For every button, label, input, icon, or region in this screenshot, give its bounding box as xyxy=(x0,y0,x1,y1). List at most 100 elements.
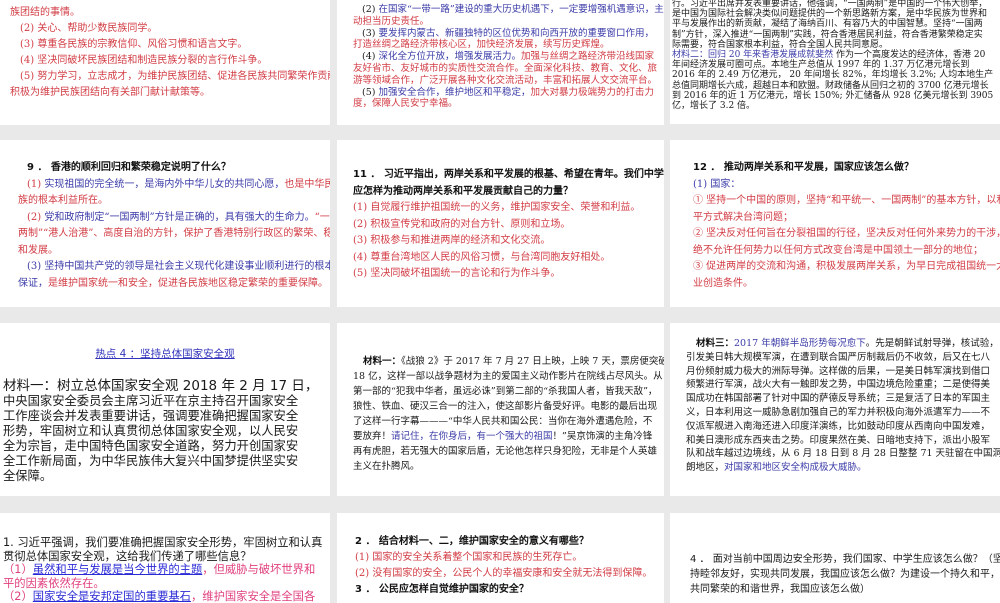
text-line: (2) 关心、帮助少数民族同学。 xyxy=(10,21,330,37)
text-line: 材料一：《战狼 2》于 2017 年 7 月 27 日上映，上映 7 天，票房便… xyxy=(353,354,664,369)
slide-thumbnail-8[interactable]: 材料一：《战狼 2》于 2017 年 7 月 27 日上映，上映 7 天，票房便… xyxy=(337,323,664,496)
text-line: ② 坚决反对任何旨在分裂祖国的行径，坚决反对任何外来势力的干涉， xyxy=(693,226,1000,243)
text-run: 《战狼 2》于 2017 年 7 月 27 日上映，上映 7 天，票房便突破 xyxy=(401,356,664,367)
text-line: (3) 尊重各民族的宗教信仰、风俗习惯和语言文字。 xyxy=(10,37,330,53)
text-line: 4 ． 面对当前中国周边安全形势，我们国家、中学生应该怎么做？（坚 xyxy=(690,552,1000,567)
text-line: 主义在扑腾风。 xyxy=(353,459,664,474)
text-line: 频繁进行军演，战火大有一触即发之势，中国边境危险重重；二是使得美 xyxy=(686,378,1000,392)
text-line: (3) 积极参与和推进两岸的经济和文化交流。 xyxy=(353,233,664,250)
text-run: 引发美日韩大规模军演，在遭到联合国严厉制裁后仍不收敛，后又在七八 xyxy=(686,351,991,363)
slide-thumbnail-1[interactable]: 族团结的事情。 (2) 关心、帮助少数民族同学。 (3) 尊重各民族的宗教信仰、风俗… xyxy=(0,0,330,125)
text-run: “一国 xyxy=(314,211,330,223)
text-line: 是中国为国际社会解决类似问题提供的一个新思路新方案，是中华民族为世界和 xyxy=(672,9,1000,19)
slide-thumbnail-4[interactable]: 9 ． 香港的顺利回归和繁荣稳定说明了什么？ (1) 实现祖国的完全统一，是海内外… xyxy=(0,140,330,307)
text-line: 和发展。 xyxy=(18,243,330,260)
text-run: 年间经济发展可圈可点。本地生产总值从 1997 年的 1.37 万亿港元增长到 xyxy=(672,60,970,71)
text-run: 加强与丝绸之路经济带沿线国家 xyxy=(521,51,655,63)
text-run: 国家安全是安邦定国的重要基石 xyxy=(32,590,191,603)
text-run: ① 坚持一个中国的原则，坚持“和平统一、一国两制”的基本方针，以和 xyxy=(693,195,1000,206)
text-line: 族团结的事情。 xyxy=(10,5,330,21)
text-line: 11 ． 习近平指出，两岸关系和平发展的根基、希望在青年。我们中学生 xyxy=(353,167,664,184)
text-run: 作为一个高度发达的经济体，香港 20 xyxy=(833,50,986,61)
text-run: 深化全方位开放，增强发展活力。 xyxy=(378,51,521,63)
text-run: (1) 国家： xyxy=(693,178,741,190)
text-run: 持睦邻友好，实现共同发展，我国应该怎么做？为建设一个持久和平， xyxy=(690,569,1000,580)
text-run: 积极为维护民族团结向有关部门献计献策等。 xyxy=(10,87,210,98)
text-line: (4) 深化全方位开放，增强发展活力。加强与丝绸之路经济带沿线国家 xyxy=(353,51,664,63)
text-run: (5) 坚决同破坏祖国统一的言论和行为作斗争。 xyxy=(353,268,561,279)
text-run: 了这样一行字幕———“中华人民共和国公民：当你在海外遭遇危险，不 xyxy=(353,416,653,427)
text-run: ，但威胁与破坏世界和 xyxy=(202,563,316,576)
text-run: (2) xyxy=(362,4,379,15)
text-run: 虽然和平与发展是当今世界的主题 xyxy=(32,563,203,576)
text-run: 是中国为国际社会解决类似问题提供的一个新思路新方案，是中华民族为世界和 xyxy=(672,9,988,20)
text-run: (1) 自觉履行维护祖国统一的义务，维护国家安全、荣誉和利益。 xyxy=(353,202,641,213)
text-line: 朗地区，对国家和地区安全构成极大威胁。 xyxy=(686,461,1000,475)
text-line: 狼性、铁血、硬汉三合一的注入，使这部影片备受好评。电影的最后出现 xyxy=(353,399,664,414)
text-run: （2） xyxy=(3,590,33,603)
slide-thumbnail-7[interactable]: 热点 4 ：坚持总体国家安全观 材料一：树立总体国家安全观 2018 年 2 月… xyxy=(0,323,330,496)
text-line: 全为宗旨，走中国特色国家安全道路，努力开创国家安 xyxy=(3,439,318,454)
text-run: 要发挥内蒙古、新疆独特的区位优势和向西开放的重要窗口作用， xyxy=(378,27,654,39)
text-run: 和美日澳形成东西夹击之势。印度果然在美、日暗地支持下，派出小股军 xyxy=(686,434,991,446)
text-run: 材料一：树立总体国家安全观 2018 年 2 月 17 日， xyxy=(3,378,319,394)
text-line: (5) 努力学习，立志成才，为维护民族团结、促进各民族共同繁荣作贡献， xyxy=(10,69,330,85)
text-run: (2) 关心、帮助少数民族同学。 xyxy=(20,23,158,34)
text-run: 请记住，在你身后，有一个强大的祖国 xyxy=(391,431,553,442)
text-run: 制”方针，深入推进“一国两制”实践，符合香港居民利益，符合香港繁荣稳定实 xyxy=(672,29,983,40)
text-line: 全保障。 xyxy=(3,469,318,484)
slide-thumbnail-12[interactable]: 4 ． 面对当前中国周边安全形势，我们国家、中学生应该怎么做？（坚持睦邻友好，实… xyxy=(670,513,1000,603)
text-line: 2016 年的 2.49 万亿港元， 20 年间增长 82%，年均增长 3.2%… xyxy=(672,70,1000,80)
text-run: 月份频射威力极大的洲际导弹。这样做的后果，一是美日韩军演找到借口 xyxy=(686,365,991,377)
text-line: 两制”“港人治港”、高度自治的方针，保护了香港特别行政区的繁荣、稳定 xyxy=(18,226,330,243)
text-run: 仅派军舰进入南海还进入印度洋演练，比如鼓动印度从西南向中国发难， xyxy=(686,420,991,432)
text-line: (5) 坚决同破坏祖国统一的言论和行为作斗争。 xyxy=(353,266,664,283)
text-line: 再有虎胆，若无强大的国家后盾，无论他怎样只身犯险，无非是个人英雄 xyxy=(353,444,664,459)
text-run: 度，保障人民安宁幸福。 xyxy=(353,98,458,110)
text-run: (2) 没有国家的安全，公民个人的幸福安康和安全就无法得到保障。 xyxy=(355,568,653,579)
text-run: 友好省市、友好城市的实质性交流合作。全面深化科技、教育、文化、旅 xyxy=(353,62,658,74)
text-line: 平的因素依然存在。 xyxy=(3,577,330,591)
text-run: 业创造条件。 xyxy=(693,277,753,289)
text-line: 贯彻总体国家安全观，这给我们传递了哪些信息？ xyxy=(3,550,330,564)
slide-thumbnail-10[interactable]: 1. 习近平强调，我们要准确把握国家安全形势，牢固树立和认真 贯彻总体国家安全观，… xyxy=(0,513,330,603)
slide-thumbnail-5[interactable]: 11 ． 习近平指出，两岸关系和平发展的根基、希望在青年。我们中学生 应怎样为推动… xyxy=(337,140,664,307)
slide-thumbnail-2[interactable]: (2) 在国家“一带一路”建设的重大历史机遇下，一定要增强机遇意识，主 动担当历史… xyxy=(337,0,664,125)
text-run: 贯彻总体国家安全观，这给我们传递了哪些信息？ xyxy=(3,549,252,563)
text-run: 工作座谈会并发表重要讲话，强调要准确把握国家安全 xyxy=(3,409,299,423)
text-line: 积极为维护民族团结向有关部门献计献策等。 xyxy=(10,85,330,101)
text-run: 在国家“一带一路”建设的重大历史机遇下，一定要增强机遇意识，主 xyxy=(378,4,664,15)
text-line: 平方式解决台湾问题； xyxy=(693,210,1000,227)
text-line: 9 ． 香港的顺利回归和繁荣稳定说明了什么？ xyxy=(18,160,330,177)
text-run: (1) 国家的安全关系着整个国家和民族的生死存亡。 xyxy=(355,552,583,563)
text-run: 第一部的“犯我中华者，虽远必诛”到第二部的“杀我国人者，皆我天敌”， xyxy=(353,386,658,397)
text-line: (2) 没有国家的安全，公民个人的幸福安康和安全就无法得到保障。 xyxy=(355,566,664,582)
slide-thumbnail-11[interactable]: 2 ． 结合材料一、二，维护国家安全的意义有哪些？ (1) 国家的安全关系着整个国… xyxy=(337,513,664,603)
text-run: 12 ． 推动两岸关系和平发展，国家应该怎么做？ xyxy=(693,162,914,173)
text-run: (2) xyxy=(27,211,45,223)
text-run: 要放弃！ xyxy=(353,431,392,442)
text-run: (3) 积极参与和推进两岸的经济和文化交流。 xyxy=(353,235,551,246)
text-line: 友好省市、友好城市的实质性交流合作。全面深化科技、教育、文化、旅 xyxy=(353,63,664,75)
text-run: 朗地区， xyxy=(686,462,725,474)
text-line: (4) 尊重台湾地区人民的风俗习惯，与台湾同胞友好相处。 xyxy=(353,250,664,267)
text-run: 11 ． 习近平指出，两岸关系和平发展的根基、希望在青年。我们中学生 xyxy=(353,169,664,180)
text-line: 制”方针，深入推进“一国两制”实践，符合香港居民利益，符合香港繁荣稳定实 xyxy=(672,30,1000,40)
text-run: 频繁进行军演，战火大有一触即发之势，中国边境危险重重；二是使得美 xyxy=(686,379,991,391)
text-line: 材料一：树立总体国家安全观 2018 年 2 月 17 日， xyxy=(3,379,318,394)
text-run: (4) 坚决同破坏民族团结和制造民族分裂的言行作斗争。 xyxy=(20,55,268,66)
text-run: 2016 年的 2.49 万亿港元， 20 年间增长 82%，年均增长 3.2%… xyxy=(672,70,994,81)
text-line: 仅派军舰进入南海还进入印度洋演练，比如鼓动印度从西南向中国发难， xyxy=(686,420,1000,434)
text-run: 形势，牢固树立和认真贯彻总体国家安全观，以人民安 xyxy=(3,424,299,438)
text-line: ① 坚持一个中国的原则，坚持“和平统一、一国两制”的基本方针，以和 xyxy=(693,193,1000,210)
text-run: 材料一： xyxy=(363,356,402,367)
text-line: (1) 自觉履行维护祖国统一的义务，维护国家安全、荣誉和利益。 xyxy=(353,200,664,217)
text-line: 总值同期增长六成，超越日本和欧盟。财政储备从回归之初的 3700 亿港元增长 xyxy=(672,81,1000,91)
slide-thumbnail-6[interactable]: 12 ． 推动两岸关系和平发展，国家应该怎么做？ (1) 国家： ① 坚持一个中国的… xyxy=(670,140,1000,307)
slide-thumbnail-3[interactable]: 行。习近平出席并发表重要讲话，他强调，“一国两制”是中国的一个伟大创举， 是中国为… xyxy=(670,0,1000,124)
text-line: (2) 积极宣传党和政府的对台方针、原则和立场。 xyxy=(353,217,664,234)
slide-thumbnail-9[interactable]: 材料三：2017 年朝鲜半岛形势每况愈下。先是朝鲜试射导弹，核试验， 引发美日韩大… xyxy=(670,323,1000,496)
text-run: 到 2016 年的近 1 万亿港元，增长 150%; 外汇储备从 928 亿美元… xyxy=(672,90,994,101)
text-run: 中央国家安全委员会主席习近平在京主持召开国家安全 xyxy=(3,394,299,408)
text-run: 主义在扑腾风。 xyxy=(353,461,420,472)
